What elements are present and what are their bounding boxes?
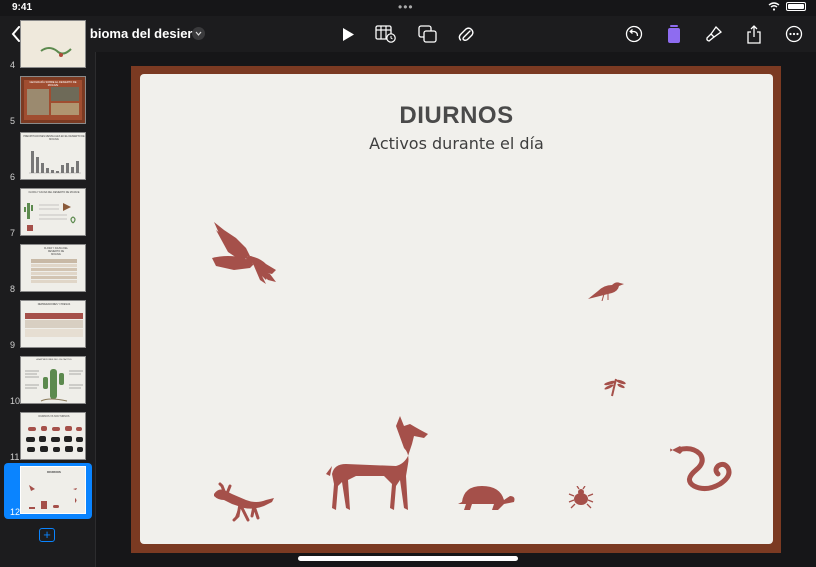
slide-thumbnail-4[interactable]: 4 <box>0 20 96 72</box>
title-menu-chevron-icon[interactable] <box>192 27 205 40</box>
slide-navigator: 4 GEOGRAFÍA SOBRE EL DESIERTO DE MOJAVE … <box>0 20 96 567</box>
slide-number: 8 <box>10 284 16 294</box>
hawk-silhouette[interactable] <box>210 220 280 286</box>
slide-thumbnail-image: PRECIPITACIONES MENSUALES EN EL DESIERTO… <box>20 132 86 180</box>
dragonfly-silhouette[interactable] <box>602 376 626 398</box>
multitasking-dots-icon[interactable]: ••• <box>398 0 414 14</box>
slide-number: 7 <box>10 228 16 238</box>
status-bar: 9:41 ••• <box>0 0 816 16</box>
slide-thumbnail-11[interactable]: DIURNOS VS NOCTURNOS 11 <box>0 412 96 464</box>
slide-number: 10 <box>10 396 21 406</box>
slide-number: 5 <box>10 116 16 126</box>
slide-thumbnail-6[interactable]: PRECIPITACIONES MENSUALES EN EL DESIERTO… <box>0 132 96 184</box>
brush-icon[interactable] <box>702 22 726 46</box>
turtle-silhouette[interactable] <box>456 482 516 512</box>
format-icon[interactable] <box>662 22 686 46</box>
bird-silhouette[interactable] <box>586 277 624 301</box>
current-slide[interactable]: DIURNOS Activos durante el día <box>140 74 773 544</box>
slide-thumbnail-7[interactable]: FLORA Y FAUNA DEL DESIERTO DE MOJAVE 7 <box>0 188 96 240</box>
toolbar: El bioma del desierto <box>0 16 816 52</box>
slide-thumbnail-image: DEPREDADORES Y PRESAS <box>20 300 86 348</box>
slide-thumbnail-image: DIURNOS <box>20 466 86 514</box>
slide-subtitle[interactable]: Activos durante el día <box>140 134 773 153</box>
more-icon[interactable] <box>782 22 806 46</box>
slide-thumbnail-image: DIURNOS VS NOCTURNOS <box>20 412 86 460</box>
play-icon[interactable] <box>336 22 360 46</box>
slide-thumbnail-image: FLORA Y FAUNA DEL DESIERTO DE MOJAVE <box>20 244 86 292</box>
slide-number: 6 <box>10 172 16 182</box>
slide-thumbnail-image: ADAPTACIONES DE LOS CACTUS <box>20 356 86 404</box>
lizard-silhouette[interactable] <box>212 482 278 522</box>
slide-number: 9 <box>10 340 16 350</box>
slide-thumbnail-image: GEOGRAFÍA SOBRE EL DESIERTO DE MOJAVE <box>20 76 86 124</box>
slide-thumbnail-12[interactable]: DIURNOS 12 <box>4 463 92 519</box>
battery-icon <box>786 2 806 11</box>
slide-number: 12 <box>10 507 21 517</box>
status-time: 9:41 <box>12 2 33 13</box>
slide-thumbnail-8[interactable]: FLORA Y FAUNA DEL DESIERTO DE MOJAVE 8 <box>0 244 96 296</box>
slide-thumbnail-image: FLORA Y FAUNA DEL DESIERTO DE MOJAVE <box>20 188 86 236</box>
slide-thumbnail-10[interactable]: ADAPTACIONES DE LOS CACTUS 10 <box>0 356 96 408</box>
slide-thumbnail-9[interactable]: DEPREDADORES Y PRESAS 9 <box>0 300 96 352</box>
add-slide-button[interactable]: + <box>39 528 55 542</box>
attachment-icon[interactable] <box>454 22 478 46</box>
beetle-silhouette[interactable] <box>568 486 594 510</box>
snake-silhouette[interactable] <box>670 442 736 494</box>
keynote-app: 9:41 ••• El bioma del desierto 4 GEOGRAF… <box>0 0 816 567</box>
slide-number: 4 <box>10 60 16 70</box>
slide-thumbnail-image <box>20 20 86 68</box>
share-icon[interactable] <box>742 22 766 46</box>
slide-thumbnail-5[interactable]: GEOGRAFÍA SOBRE EL DESIERTO DE MOJAVE 5 <box>0 76 96 128</box>
home-indicator[interactable] <box>298 556 518 561</box>
deer-silhouette[interactable] <box>324 414 434 514</box>
slide-title[interactable]: DIURNOS <box>140 102 773 130</box>
wifi-icon <box>768 2 780 11</box>
shapes-icon[interactable] <box>416 22 440 46</box>
insert-table-icon[interactable] <box>374 22 398 46</box>
undo-icon[interactable] <box>622 22 646 46</box>
slide-number: 11 <box>10 452 20 462</box>
